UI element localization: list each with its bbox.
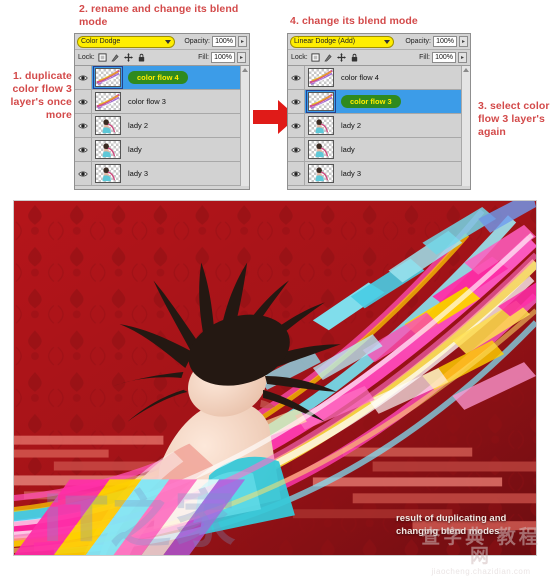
lock-position-icon[interactable] [123,53,133,62]
blend-mode-row: Color Dodge Opacity: 100% ▸ [75,34,249,50]
fill-control: Fill: 100% ▸ [419,52,467,63]
layer-thumbnail[interactable] [95,140,121,159]
lock-row: Lock: Fill: 100% ▸ [75,50,249,66]
annotation-step-3: 3. select color flow 3 layer's again [478,100,550,138]
eye-visibility-icon[interactable] [75,162,92,185]
lock-position-icon[interactable] [336,53,346,62]
fill-label: Fill: [198,54,209,61]
watermark-url-text: jiaocheng.chazidian.com [431,567,531,576]
layer-thumbnail[interactable] [95,164,121,183]
blend-mode-value: Color Dodge [81,38,121,45]
layer-thumbnail[interactable] [308,140,334,159]
blend-mode-value: Linear Dodge (Add) [294,38,356,45]
layer-name[interactable]: color flow 4 [341,73,379,82]
layer-name[interactable]: lady [341,145,355,154]
layer-name[interactable]: color flow 3 [341,95,401,108]
fill-stepper[interactable]: ▸ [237,52,246,63]
annotation-step-1: 1. duplicate color flow 3 layer's once m… [10,70,72,121]
lock-image-pixels-icon[interactable] [111,53,120,62]
layer-thumbnail[interactable] [95,116,121,135]
result-artwork: iT之家 result of duplicating and changing … [13,200,537,556]
layer-name[interactable]: lady 3 [341,169,361,178]
layer-row[interactable]: lady 2 [288,114,470,138]
layer-thumbnail[interactable] [93,66,123,89]
chevron-down-icon [165,39,171,44]
annotation-step-2: 2. rename and change its blend mode [79,3,239,28]
opacity-input[interactable]: 100% [212,36,236,47]
layer-row[interactable]: color flow 3 [288,90,470,114]
layer-row[interactable]: lady 3 [75,162,249,186]
layer-name[interactable]: lady [128,145,142,154]
opacity-stepper[interactable]: ▸ [459,36,468,47]
opacity-control: Opacity: 100% ▸ [184,36,247,47]
layer-row[interactable]: color flow 4 [75,66,249,90]
layers-scrollbar[interactable] [461,66,470,186]
lock-icons-group [98,53,146,62]
scroll-up-icon[interactable] [463,68,469,72]
fill-control: Fill: 100% ▸ [198,52,246,63]
layer-name[interactable]: lady 2 [128,121,148,130]
blend-mode-row: Linear Dodge (Add) Opacity: 100% ▸ [288,34,470,50]
eye-visibility-icon[interactable] [288,114,305,137]
layer-thumbnail[interactable] [308,116,334,135]
lock-icons-group [311,53,359,62]
layer-name[interactable]: color flow 4 [128,71,188,84]
lock-row: Lock: Fill: 100% ▸ [288,50,470,66]
layer-name[interactable]: lady 3 [128,169,148,178]
eye-visibility-icon[interactable] [288,138,305,161]
opacity-stepper[interactable]: ▸ [238,36,247,47]
layer-row[interactable]: lady [288,138,470,162]
eye-visibility-icon[interactable] [288,90,305,113]
eye-visibility-icon[interactable] [75,138,92,161]
annotation-step-4: 4. change its blend mode [290,15,418,27]
watermark-cjk-text: 查字典 教程网 [421,526,541,567]
layers-scrollbar[interactable] [240,66,249,186]
layer-list[interactable]: color flow 4 color flow 3 lady 2 lady lady 3 [75,66,249,186]
eye-visibility-icon[interactable] [288,66,305,89]
eye-visibility-icon[interactable] [75,66,92,89]
blend-mode-dropdown[interactable]: Color Dodge [77,35,175,48]
eye-visibility-icon[interactable] [75,114,92,137]
fill-input[interactable]: 100% [432,52,456,63]
caption-line-1: result of duplicating and [396,513,507,524]
opacity-label: Opacity: [184,38,210,45]
blend-mode-dropdown[interactable]: Linear Dodge (Add) [290,35,394,48]
opacity-input[interactable]: 100% [433,36,457,47]
layer-list[interactable]: color flow 4 color flow 3 lady 2 lady lady 3 [288,66,470,186]
lock-label: Lock: [291,54,308,61]
layer-row[interactable]: lady 2 [75,114,249,138]
opacity-control: Opacity: 100% ▸ [405,36,468,47]
eye-visibility-icon[interactable] [75,90,92,113]
layer-thumbnail[interactable] [95,92,121,111]
layer-row[interactable]: color flow 4 [288,66,470,90]
watermark-chazidian: 查字典 教程网 jiaocheng.chazidian.com [412,528,550,576]
layers-panel-after[interactable]: Linear Dodge (Add) Opacity: 100% ▸ Lock:… [287,33,471,190]
layer-row[interactable]: color flow 3 [75,90,249,114]
tutorial-figure: 1. duplicate color flow 3 layer's once m… [0,0,550,576]
layers-panel-before[interactable]: Color Dodge Opacity: 100% ▸ Lock: Fill: … [74,33,250,190]
lock-transparent-pixels-icon[interactable] [311,53,320,62]
fill-input[interactable]: 100% [211,52,235,63]
lock-all-icon[interactable] [350,53,359,62]
watermark-itzhijia: iT之家 [42,483,238,556]
eye-visibility-icon[interactable] [288,162,305,185]
fill-label: Fill: [419,54,430,61]
layer-thumbnail[interactable] [306,90,336,113]
layer-thumbnail[interactable] [308,68,334,87]
opacity-label: Opacity: [405,38,431,45]
layer-thumbnail[interactable] [308,164,334,183]
scroll-up-icon[interactable] [242,68,248,72]
layer-row[interactable]: lady [75,138,249,162]
layer-row[interactable]: lady 3 [288,162,470,186]
lock-image-pixels-icon[interactable] [324,53,333,62]
layer-name[interactable]: color flow 3 [128,97,166,106]
fill-stepper[interactable]: ▸ [458,52,467,63]
lock-transparent-pixels-icon[interactable] [98,53,107,62]
lock-label: Lock: [78,54,95,61]
lock-all-icon[interactable] [137,53,146,62]
layer-name[interactable]: lady 2 [341,121,361,130]
chevron-down-icon [384,39,390,44]
